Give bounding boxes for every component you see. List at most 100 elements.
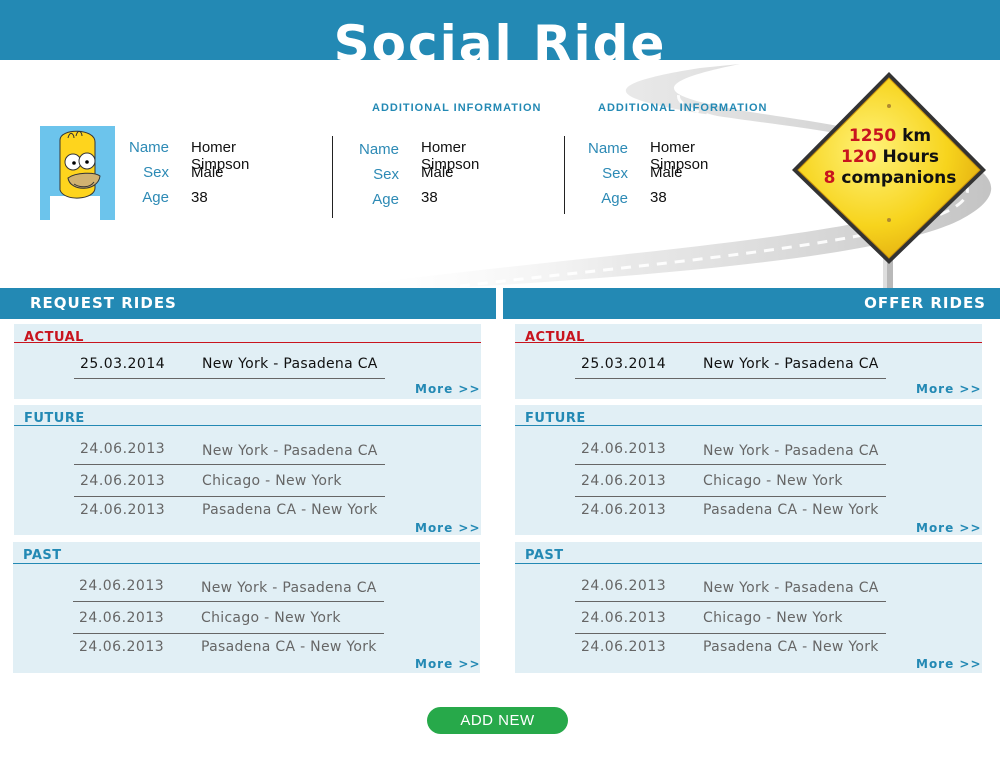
ride-route: New York - Pasadena CA	[703, 580, 879, 596]
future-rule	[14, 425, 481, 426]
row-divider	[73, 633, 384, 634]
additional-info-heading: ADDITIONAL INFORMATION	[598, 102, 768, 114]
row-divider	[74, 464, 385, 465]
ride-date: 24.06.2013	[581, 441, 667, 457]
past-title: PAST	[23, 548, 62, 563]
hours-unit: Hours	[882, 147, 939, 167]
ride-date: 24.06.2013	[581, 473, 667, 489]
additional-info-heading: ADDITIONAL INFORMATION	[372, 102, 542, 114]
row-divider	[74, 496, 385, 497]
ride-date: 24.06.2013	[79, 610, 165, 626]
actual-rule	[14, 342, 481, 343]
age-value: 38	[421, 189, 438, 206]
row-divider	[74, 378, 385, 379]
hours-value: 120	[841, 147, 877, 167]
list-item[interactable]: 24.06.2013 Pasadena CA - New York	[74, 502, 394, 532]
row-divider	[575, 601, 886, 602]
list-item[interactable]: 24.06.2013 Pasadena CA - New York	[73, 639, 393, 669]
ride-route: Chicago - New York	[201, 610, 341, 626]
add-new-button[interactable]: ADD NEW	[427, 707, 568, 734]
ride-date: 25.03.2014	[581, 356, 667, 372]
request-rides-header: REQUEST RIDES	[0, 288, 496, 319]
ride-date: 24.06.2013	[79, 578, 165, 594]
ride-date: 25.03.2014	[80, 356, 166, 372]
list-item[interactable]: 24.06.2013 Chicago - New York	[73, 610, 393, 640]
row-divider	[575, 496, 886, 497]
age-label: Age	[142, 189, 169, 206]
ride-route: Chicago - New York	[703, 473, 843, 489]
list-item[interactable]: 25.03.2014 New York - Pasadena CA	[74, 356, 394, 386]
request-past-panel: PAST 24.06.2013 New York - Pasadena CA 2…	[13, 542, 480, 673]
offer-actual-panel: ACTUAL 25.03.2014 New York - Pasadena CA…	[515, 324, 982, 399]
companions-unit: companions	[841, 168, 957, 188]
ride-route: Pasadena CA - New York	[703, 639, 879, 655]
road-sign-text: 1250 km 120 Hours 8 companions	[790, 126, 990, 189]
age-label: Age	[372, 191, 399, 208]
ride-route: New York - Pasadena CA	[202, 443, 378, 459]
more-link[interactable]: More >>	[916, 382, 982, 396]
sex-label: Sex	[602, 165, 628, 182]
km-value: 1250	[848, 126, 897, 146]
ride-route: New York - Pasadena CA	[703, 443, 879, 459]
sex-value: Male	[650, 164, 683, 181]
offer-future-panel: FUTURE 24.06.2013 New York - Pasadena CA…	[515, 405, 982, 535]
more-link[interactable]: More >>	[916, 657, 982, 671]
list-item[interactable]: 24.06.2013 Chicago - New York	[575, 473, 895, 503]
more-link[interactable]: More >>	[415, 521, 481, 535]
name-label: Name	[358, 141, 399, 158]
name-label: Name	[128, 139, 169, 156]
sex-value: Male	[421, 164, 454, 181]
ride-date: 24.06.2013	[79, 639, 165, 655]
list-item[interactable]: 24.06.2013 New York - Pasadena CA	[73, 578, 393, 608]
future-rule	[515, 425, 982, 426]
ride-date: 24.06.2013	[581, 578, 667, 594]
more-link[interactable]: More >>	[916, 521, 982, 535]
ride-date: 24.06.2013	[80, 473, 166, 489]
ride-route: Pasadena CA - New York	[703, 502, 879, 518]
km-unit: km	[902, 126, 932, 146]
ride-route: Chicago - New York	[703, 610, 843, 626]
list-item[interactable]: 24.06.2013 New York - Pasadena CA	[74, 441, 394, 471]
avatar	[40, 126, 115, 220]
ride-route: New York - Pasadena CA	[703, 356, 879, 372]
sex-label: Sex	[373, 166, 399, 183]
row-divider	[575, 378, 886, 379]
ride-route: Pasadena CA - New York	[201, 639, 377, 655]
list-item[interactable]: 24.06.2013 New York - Pasadena CA	[575, 441, 895, 471]
ride-date: 24.06.2013	[80, 441, 166, 457]
app-logo-title: Social Ride	[333, 15, 667, 60]
list-item[interactable]: 24.06.2013 New York - Pasadena CA	[575, 578, 895, 608]
more-link[interactable]: More >>	[415, 382, 481, 396]
profile-divider	[332, 136, 333, 218]
ride-route: Chicago - New York	[202, 473, 342, 489]
ride-date: 24.06.2013	[581, 639, 667, 655]
offer-past-panel: PAST 24.06.2013 New York - Pasadena CA 2…	[515, 542, 982, 673]
row-divider	[575, 633, 886, 634]
more-link[interactable]: More >>	[415, 657, 481, 671]
age-label: Age	[601, 190, 628, 207]
list-item[interactable]: 24.06.2013 Pasadena CA - New York	[575, 639, 895, 669]
request-future-panel: FUTURE 24.06.2013 New York - Pasadena CA…	[14, 405, 481, 535]
actual-rule	[515, 342, 982, 343]
profile-divider	[564, 136, 565, 214]
ride-date: 24.06.2013	[581, 610, 667, 626]
list-item[interactable]: 24.06.2013 Chicago - New York	[74, 473, 394, 503]
row-divider	[575, 464, 886, 465]
sex-value: Male	[191, 164, 224, 181]
header-bar: Social Ride	[0, 0, 1000, 60]
past-title: PAST	[525, 548, 564, 563]
companions-value: 8	[823, 168, 836, 188]
past-rule	[515, 563, 982, 564]
age-value: 38	[650, 189, 667, 206]
future-title: FUTURE	[525, 411, 586, 426]
ride-date: 24.06.2013	[581, 502, 667, 518]
ride-date: 24.06.2013	[80, 502, 166, 518]
list-item[interactable]: 25.03.2014 New York - Pasadena CA	[575, 356, 895, 386]
list-item[interactable]: 24.06.2013 Chicago - New York	[575, 610, 895, 640]
request-actual-panel: ACTUAL 25.03.2014 New York - Pasadena CA…	[14, 324, 481, 399]
ride-route: Pasadena CA - New York	[202, 502, 378, 518]
ride-route: New York - Pasadena CA	[201, 580, 377, 596]
sex-label: Sex	[143, 164, 169, 181]
future-title: FUTURE	[24, 411, 85, 426]
list-item[interactable]: 24.06.2013 Pasadena CA - New York	[575, 502, 895, 532]
